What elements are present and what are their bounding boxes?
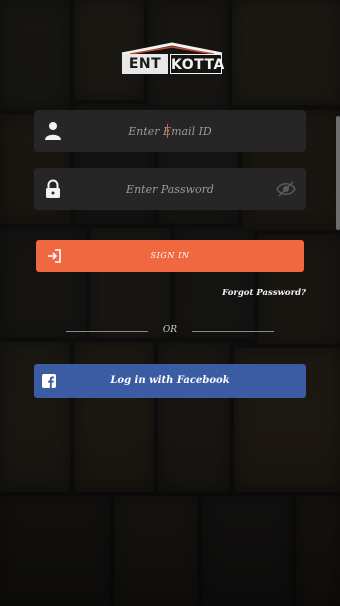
sign-in-label: SIGN IN — [150, 251, 190, 260]
facebook-login-label: Log in with Facebook — [110, 375, 230, 386]
text-cursor — [167, 124, 168, 138]
user-icon — [45, 122, 61, 140]
divider-or-text: OR — [162, 325, 178, 335]
password-input[interactable] — [74, 168, 266, 210]
lock-icon — [46, 179, 60, 198]
app-logo: ENT KOTTA — [120, 42, 224, 76]
email-field[interactable] — [34, 110, 306, 152]
logo-ent-text: ENT — [122, 54, 168, 74]
password-field[interactable] — [34, 168, 306, 210]
sign-in-button[interactable]: SIGN IN — [36, 240, 304, 272]
facebook-login-button[interactable]: Log in with Facebook — [34, 364, 306, 398]
scrollbar[interactable] — [336, 116, 340, 230]
forgot-password-link[interactable]: Forgot Password? — [222, 288, 306, 298]
eye-icon[interactable] — [276, 180, 296, 198]
poster-background — [0, 0, 340, 606]
email-input[interactable] — [74, 110, 266, 152]
divider-left — [66, 331, 148, 332]
divider-right — [192, 331, 274, 332]
logo-kotta-text: KOTTA — [170, 54, 224, 74]
